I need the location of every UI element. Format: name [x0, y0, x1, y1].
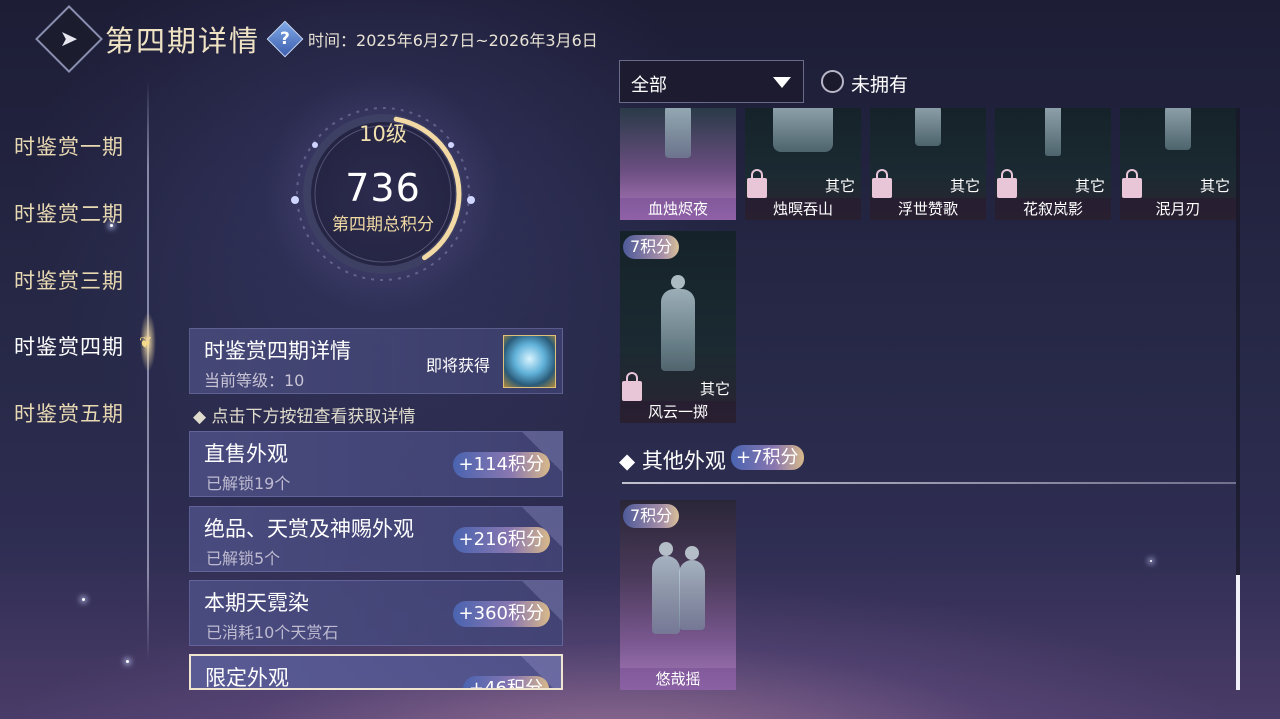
character-figure	[773, 108, 833, 152]
lock-icon	[622, 372, 642, 401]
scrollbar-thumb[interactable]	[1236, 575, 1240, 690]
appearance-tag: 其它	[1074, 177, 1105, 195]
lock-icon	[872, 169, 892, 198]
upcoming-reward-label: 即将获得	[426, 356, 491, 375]
points-badge: +360积分	[452, 601, 550, 627]
sidebar-item-period-3[interactable]: 时鉴赏三期	[14, 265, 124, 295]
appearance-card[interactable]: 7积分 悠哉摇	[620, 500, 736, 690]
sidebar-item-period-1[interactable]: 时鉴赏一期	[14, 131, 124, 161]
points-badge: +114积分	[452, 452, 550, 478]
appearance-name: 风云一掷	[620, 401, 736, 423]
tip-text: ◆ 点击下方按钮查看获取详情	[193, 407, 416, 427]
star-decoration	[82, 598, 85, 601]
unowned-radio[interactable]	[821, 70, 844, 93]
filter-selected: 全部	[631, 75, 667, 96]
page-title: 第四期详情	[105, 24, 261, 58]
appearance-card[interactable]: 其它 泯月刃	[1120, 108, 1236, 220]
unowned-label[interactable]: 未拥有	[851, 70, 908, 97]
feather-emblem-icon: ➤	[59, 26, 79, 52]
category-limited-button[interactable]: 限定外观 +46积分	[189, 654, 563, 690]
character-head	[671, 275, 685, 289]
category-sub: 已消耗10个天赏石	[206, 623, 339, 642]
character-figure	[665, 108, 691, 158]
appearance-tag: 其它	[699, 380, 730, 398]
appearance-tag: 其它	[824, 177, 855, 195]
back-button[interactable]: ➤	[35, 5, 103, 73]
appearance-name: 悠哉摇	[620, 668, 736, 690]
appearance-name: 泯月刃	[1120, 198, 1236, 220]
points-badge: +46积分	[463, 676, 549, 688]
appearance-name: 浮世赞歌	[870, 198, 986, 220]
appearance-name: 花叙岚影	[995, 198, 1111, 220]
character-head	[659, 542, 674, 556]
filter-dropdown[interactable]: 全部	[619, 60, 804, 103]
question-icon: ?	[280, 29, 290, 49]
current-level: 当前等级：10	[204, 371, 305, 390]
character-head	[684, 546, 699, 560]
sidebar-item-period-4[interactable]: 时鉴赏四期	[14, 331, 124, 361]
character-figure	[915, 108, 941, 146]
lock-icon	[747, 169, 767, 198]
appearance-card[interactable]: 其它 花叙岚影	[995, 108, 1111, 220]
category-premium-button[interactable]: 绝品、天赏及神赐外观 已解锁5个 +216积分	[189, 506, 563, 572]
sidebar-item-period-5[interactable]: 时鉴赏五期	[14, 398, 124, 428]
upcoming-reward-icon[interactable]	[503, 335, 556, 388]
section-divider	[622, 482, 1236, 484]
other-appearance-title: ◆ 其他外观	[619, 449, 726, 473]
period-detail-panel: 时鉴赏四期详情 当前等级：10 即将获得	[189, 328, 563, 394]
grid-scrollbar[interactable]	[1236, 108, 1240, 690]
appearance-card[interactable]: 其它 烛暝吞山	[745, 108, 861, 220]
points-badge: 7积分	[623, 235, 680, 259]
points-badge: +7积分	[731, 445, 804, 470]
character-figure	[678, 560, 705, 630]
category-title: 直售外观	[204, 442, 288, 466]
appearance-name: 烛暝吞山	[745, 198, 861, 220]
character-figure	[661, 289, 695, 371]
category-sub: 已解锁5个	[206, 549, 281, 568]
category-sub: 已解锁19个	[206, 474, 291, 493]
category-title: 限定外观	[205, 666, 289, 690]
appearance-card[interactable]: 7积分 其它 风云一掷	[620, 231, 736, 423]
lock-icon	[1122, 169, 1142, 198]
level-label: 10级	[359, 122, 407, 146]
appearance-grid: 血烛烬夜 其它 烛暝吞山 其它 浮世赞歌 其它 花叙岚影 其它 泯月刃 7积分 …	[619, 108, 1241, 690]
appearance-tag: 其它	[949, 177, 980, 195]
points-badge: 7积分	[623, 504, 680, 528]
chevron-down-icon	[773, 77, 791, 88]
help-button[interactable]: ?	[266, 20, 304, 58]
character-figure	[1165, 108, 1191, 150]
total-score-label: 第四期总积分	[332, 215, 434, 235]
category-direct-sale-button[interactable]: 直售外观 已解锁19个 +114积分	[189, 431, 563, 497]
character-figure	[652, 556, 681, 634]
category-title: 绝品、天赏及神赐外观	[204, 517, 414, 541]
appearance-card[interactable]: 血烛烬夜	[620, 108, 736, 220]
category-dye-button[interactable]: 本期天霓染 已消耗10个天赏石 +360积分	[189, 580, 563, 646]
period-detail-title: 时鉴赏四期详情	[204, 339, 351, 363]
appearance-name: 血烛烬夜	[620, 198, 736, 220]
page-header: ➤ 第四期详情 ? 时间：2025年6月27日~2026年3月6日	[35, 5, 598, 73]
date-range: 时间：2025年6月27日~2026年3月6日	[308, 31, 598, 50]
lock-icon	[997, 169, 1017, 198]
character-figure	[1045, 108, 1061, 156]
appearance-card[interactable]: 其它 浮世赞歌	[870, 108, 986, 220]
star-decoration	[126, 660, 129, 663]
sidebar-item-period-2[interactable]: 时鉴赏二期	[14, 198, 124, 228]
points-badge: +216积分	[452, 527, 550, 553]
category-title: 本期天霓染	[204, 591, 309, 615]
total-score: 736	[345, 166, 421, 210]
active-marker-icon: ❦	[139, 333, 153, 352]
score-ring: 10级 736 第四期总积分	[255, 60, 511, 328]
appearance-tag: 其它	[1199, 177, 1230, 195]
